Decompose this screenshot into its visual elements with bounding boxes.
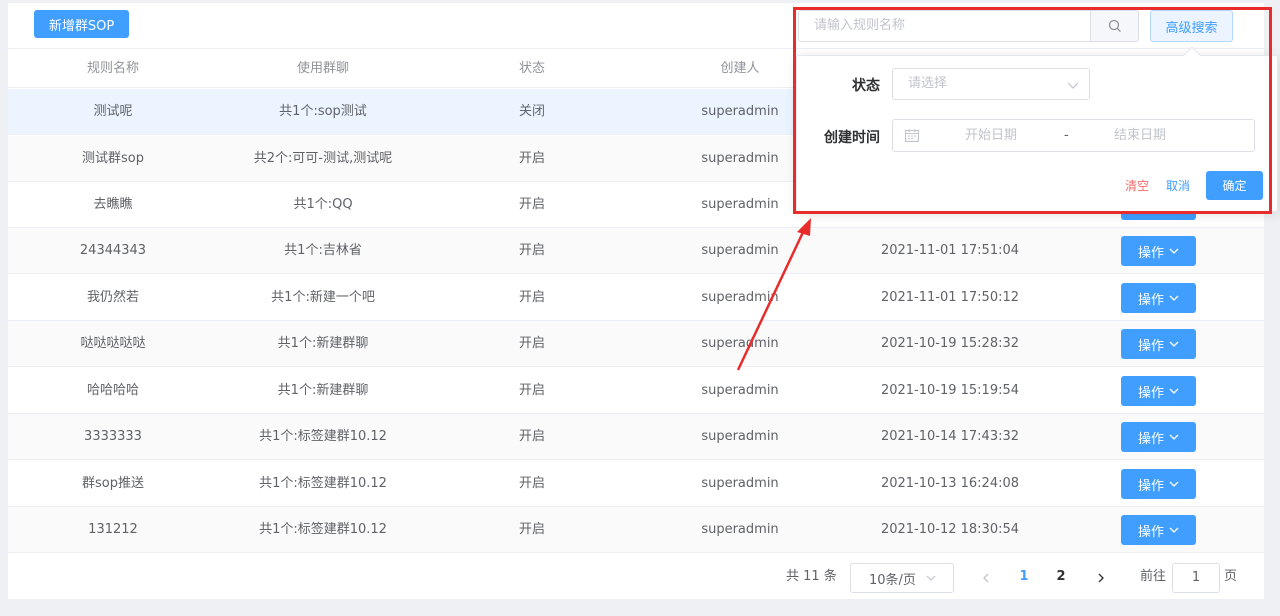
status-cell: 开启 — [518, 383, 545, 398]
groups-cell: 共1个:新建一个吧 — [271, 290, 375, 305]
rule-name-cell: 去瞧瞧 — [93, 197, 133, 212]
column-header-rule-name: 规则名称 — [86, 61, 139, 76]
operation-label: 操作 — [1137, 478, 1164, 494]
table-row[interactable]: 哒哒哒哒哒 共1个:新建群聊 开启 superadmin 2021-10-19 15:2… — [8, 321, 1264, 367]
status-cell: 开启 — [518, 290, 545, 305]
page-1-button[interactable]: 1 — [1014, 563, 1034, 593]
rule-name-cell: 哈哈哈哈 — [86, 383, 139, 398]
creator-cell: superadmin — [701, 476, 779, 491]
status-cell: 关闭 — [518, 104, 545, 119]
chevron-down-icon — [1169, 481, 1179, 487]
operation-dropdown-button[interactable]: 操作 — [1121, 329, 1196, 359]
operation-dropdown-button[interactable]: 操作 — [1121, 515, 1196, 545]
operation-label: 操作 — [1137, 292, 1164, 308]
chevron-left-icon — [983, 573, 989, 583]
groups-cell: 共1个:标签建群10.12 — [259, 429, 387, 444]
rule-name-cell: 测试呢 — [93, 104, 133, 119]
created-time-cell: 2021-10-12 18:30:54 — [880, 522, 1020, 537]
creator-cell: superadmin — [701, 522, 779, 537]
table-row[interactable]: 24344343 共1个:吉林省 开启 superadmin 2021-11-01 17… — [8, 228, 1264, 274]
total-count: 共 11 条 — [786, 569, 837, 584]
goto-label: 前往 — [1140, 569, 1167, 584]
creator-cell: superadmin — [701, 151, 779, 166]
chevron-down-icon — [1169, 341, 1179, 347]
rule-name-cell: 24344343 — [79, 243, 147, 258]
rule-name-cell: 哒哒哒哒哒 — [80, 336, 146, 351]
operation-dropdown-button[interactable]: 操作 — [1121, 283, 1196, 313]
rule-name-cell: 3333333 — [84, 429, 142, 444]
creator-cell: superadmin — [701, 197, 779, 212]
created-time-cell: 2021-10-13 16:24:08 — [880, 476, 1020, 491]
operation-dropdown-button[interactable]: 操作 — [1121, 376, 1196, 406]
groups-cell: 共1个:QQ — [293, 197, 353, 212]
page-size-value: 10条/页 — [869, 572, 916, 588]
chevron-down-icon — [1169, 527, 1179, 533]
created-time-cell: 2021-11-01 17:50:12 — [880, 290, 1020, 305]
groups-cell: 共1个:吉林省 — [284, 243, 362, 258]
groups-cell: 共1个:新建群聊 — [277, 383, 369, 398]
operation-label: 操作 — [1137, 245, 1164, 261]
creator-cell: superadmin — [701, 429, 779, 444]
rule-name-cell: 群sop推送 — [82, 476, 144, 491]
table-row[interactable]: 我仍然若 共1个:新建一个吧 开启 superadmin 2021-11-01 17:5… — [8, 275, 1264, 321]
created-time-cell: 2021-10-19 15:19:54 — [880, 383, 1020, 398]
goto-page-input[interactable]: 1 — [1172, 563, 1220, 593]
rule-name-cell: 测试群sop — [82, 151, 144, 166]
groups-cell: 共1个:标签建群10.12 — [259, 522, 387, 537]
status-cell: 开启 — [518, 522, 545, 537]
table-row[interactable]: 哈哈哈哈 共1个:新建群聊 开启 superadmin 2021-10-19 15:19… — [8, 368, 1264, 414]
creator-cell: superadmin — [701, 383, 779, 398]
column-header-status: 状态 — [518, 61, 545, 76]
operation-dropdown-button[interactable]: 操作 — [1121, 469, 1196, 499]
operation-label: 操作 — [1137, 524, 1164, 540]
created-time-cell: 2021-10-14 17:43:32 — [880, 429, 1020, 444]
status-cell: 开启 — [518, 429, 545, 444]
page-2-button[interactable]: 2 — [1051, 563, 1071, 593]
groups-cell: 共2个:可可-测试,测试呢 — [253, 151, 393, 166]
prev-page-button[interactable] — [976, 563, 996, 593]
chevron-down-icon — [1169, 388, 1179, 394]
pagination: 共 11 条 10条/页 1 2 前往 1 页 — [8, 563, 1264, 593]
table-row[interactable]: 3333333 共1个:标签建群10.12 开启 superadmin 2021-10-… — [8, 414, 1264, 460]
column-header-groups: 使用群聊 — [296, 61, 349, 76]
creator-cell: superadmin — [701, 336, 779, 351]
groups-cell: 共1个:标签建群10.12 — [259, 476, 387, 491]
next-page-button[interactable] — [1091, 563, 1111, 593]
column-header-creator: 创建人 — [720, 61, 760, 76]
operation-label: 操作 — [1137, 385, 1164, 401]
goto-suffix: 页 — [1224, 569, 1238, 584]
creator-cell: superadmin — [701, 104, 779, 119]
rule-name-cell: 我仍然若 — [86, 290, 139, 305]
chevron-down-icon — [1169, 248, 1179, 254]
groups-cell: 共1个:新建群聊 — [277, 336, 369, 351]
table-row[interactable]: 131212 共1个:标签建群10.12 开启 superadmin 2021-10-1… — [8, 507, 1264, 553]
operation-label: 操作 — [1137, 431, 1164, 447]
chevron-right-icon — [1098, 573, 1104, 583]
groups-cell: 共1个:sop测试 — [279, 104, 367, 119]
status-cell: 开启 — [518, 476, 545, 491]
created-time-cell: 2021-11-01 17:51:04 — [880, 243, 1020, 258]
chevron-down-icon — [1169, 434, 1179, 440]
chevron-down-icon — [1169, 295, 1179, 301]
status-cell: 开启 — [518, 336, 545, 351]
created-time-cell: 2021-10-19 15:28:32 — [880, 336, 1020, 351]
status-cell: 开启 — [518, 243, 545, 258]
operation-dropdown-button[interactable]: 操作 — [1121, 422, 1196, 452]
status-cell: 开启 — [518, 151, 545, 166]
creator-cell: superadmin — [701, 243, 779, 258]
chevron-down-icon — [926, 575, 936, 581]
page-size-select[interactable]: 10条/页 — [850, 563, 954, 593]
creator-cell: superadmin — [701, 290, 779, 305]
status-cell: 开启 — [518, 197, 545, 212]
annotation-highlight-box — [793, 7, 1272, 214]
operation-dropdown-button[interactable]: 操作 — [1121, 236, 1196, 266]
operation-label: 操作 — [1137, 338, 1164, 354]
table-row[interactable]: 群sop推送 共1个:标签建群10.12 开启 superadmin 2021-10-1… — [8, 461, 1264, 507]
add-group-sop-button[interactable]: 新增群SOP — [34, 10, 129, 38]
rule-name-cell: 131212 — [88, 522, 138, 537]
